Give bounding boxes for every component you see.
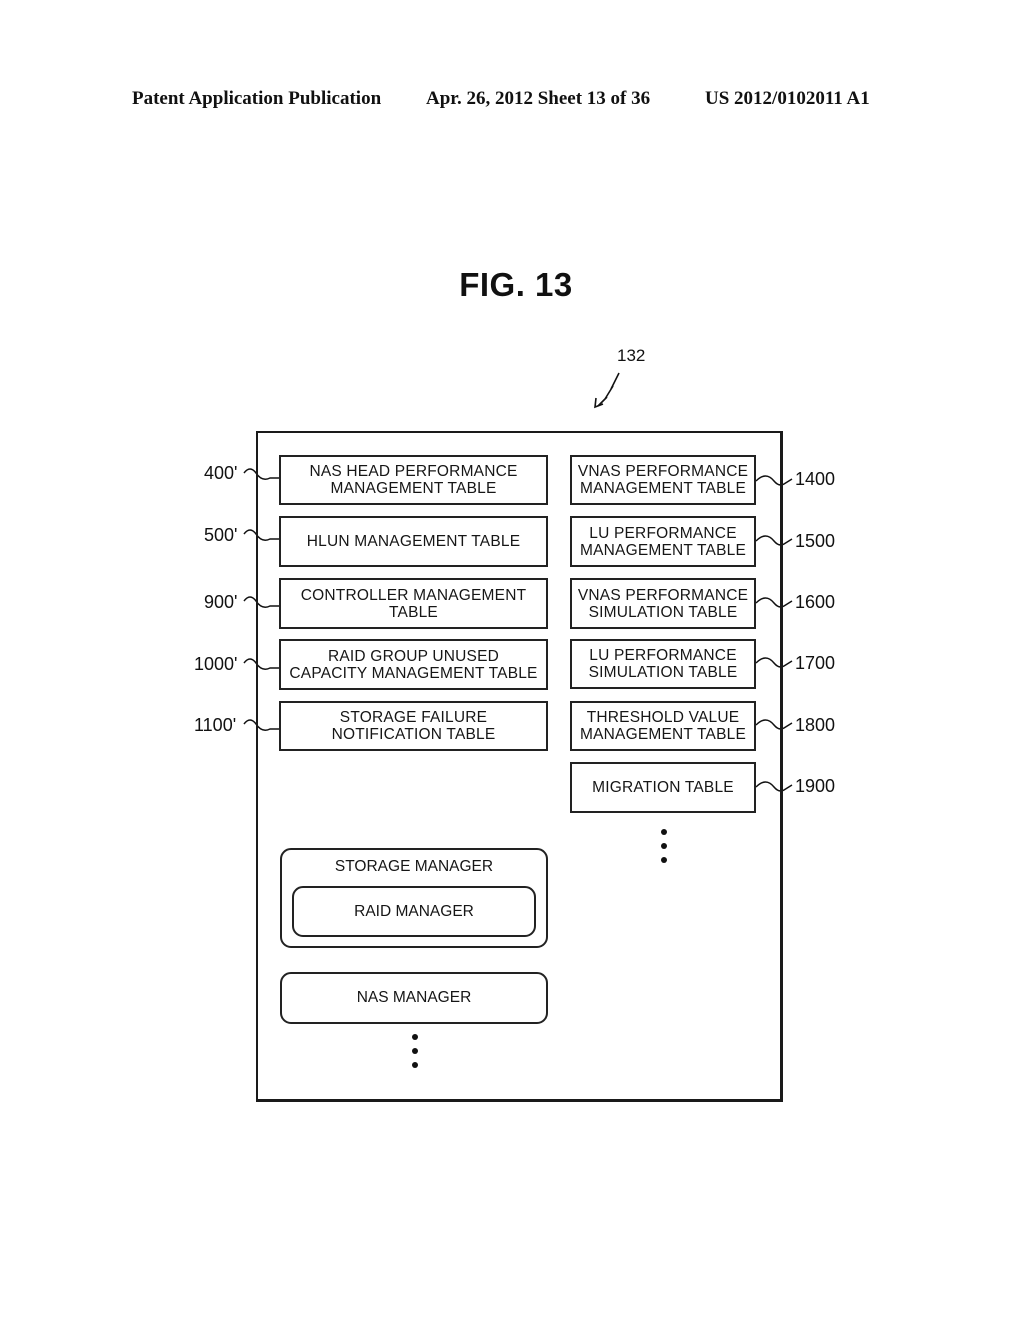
ref-1100: 1100': [194, 715, 237, 735]
hlun-management-table: HLUN MANAGEMENT TABLE: [279, 516, 548, 567]
raid-manager-label: RAID MANAGER: [354, 902, 474, 920]
ref-1400: 1400: [795, 469, 836, 489]
ref-1000: 1000': [194, 654, 238, 674]
nas-head-performance-management-table: NAS HEAD PERFORMANCE MANAGEMENT TABLE: [279, 455, 548, 505]
ref-1900: 1900: [795, 776, 836, 796]
ref-400: 400': [204, 463, 238, 483]
storage-failure-notification-table: STORAGE FAILURE NOTIFICATION TABLE: [279, 701, 548, 751]
ellipsis-more-programs-icon: [411, 1034, 419, 1076]
nas-manager-label: NAS MANAGER: [356, 989, 472, 1006]
nas-manager-program: NAS MANAGER: [280, 972, 548, 1024]
storage-manager-label: STORAGE MANAGER: [334, 858, 494, 875]
ref-900: 900': [204, 592, 238, 612]
ellipsis-more-tables-icon: [660, 829, 668, 871]
controller-management-table: CONTROLLER MANAGEMENT TABLE: [279, 578, 548, 629]
threshold-value-management-table: THRESHOLD VALUE MANAGEMENT TABLE: [570, 701, 756, 751]
lu-performance-simulation-table: LU PERFORMANCE SIMULATION TABLE: [570, 639, 756, 689]
raid-group-unused-capacity-management-table: RAID GROUP UNUSED CAPACITY MANAGEMENT TA…: [279, 639, 548, 690]
ref-1600: 1600: [795, 592, 836, 612]
ref-1500: 1500: [795, 531, 836, 551]
vnas-performance-simulation-table: VNAS PERFORMANCE SIMULATION TABLE: [570, 578, 756, 629]
ref-1800: 1800: [795, 715, 836, 735]
lu-performance-management-table: LU PERFORMANCE MANAGEMENT TABLE: [570, 516, 756, 567]
ref-500: 500': [204, 525, 238, 545]
ref-1700: 1700: [795, 653, 836, 673]
migration-table: MIGRATION TABLE: [570, 762, 756, 813]
vnas-performance-management-table: VNAS PERFORMANCE MANAGEMENT TABLE: [570, 455, 756, 505]
raid-manager-program: RAID MANAGER: [292, 886, 536, 937]
ref-132-arrow: [597, 372, 620, 407]
